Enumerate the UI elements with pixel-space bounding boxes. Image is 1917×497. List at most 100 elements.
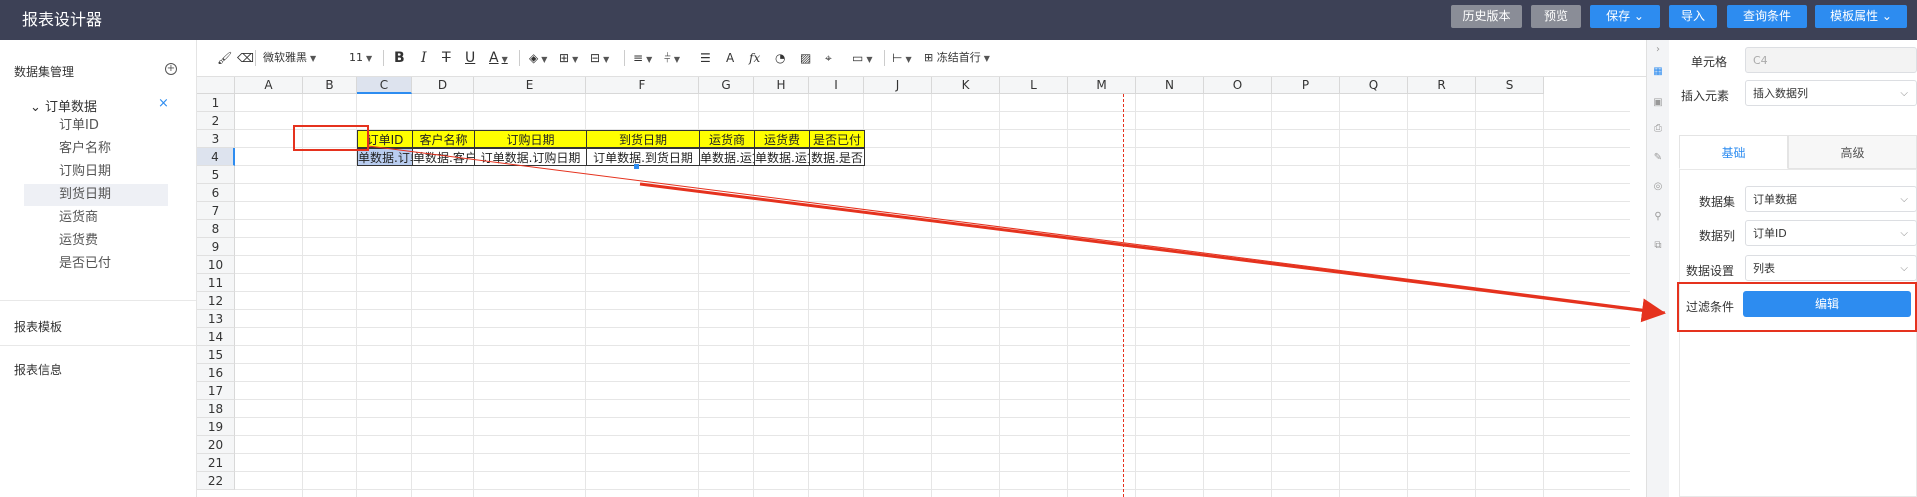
- eraser-icon[interactable]: ⌫: [237, 50, 254, 66]
- row-header-11[interactable]: 11: [197, 274, 235, 292]
- freeze-first-row[interactable]: ⊞ 冻结首行 ▼: [924, 50, 990, 66]
- column-header-K[interactable]: K: [932, 77, 1000, 94]
- value-cell[interactable]: 单数据.运货: [699, 148, 755, 166]
- edit-filter-button[interactable]: 编辑: [1743, 291, 1911, 317]
- header-cell[interactable]: 是否已付: [809, 130, 865, 148]
- comment-icon[interactable]: ▭ ▼: [852, 50, 873, 66]
- row-header-7[interactable]: 7: [197, 202, 235, 220]
- row-header-6[interactable]: 6: [197, 184, 235, 202]
- align-horizontal-icon[interactable]: ≡ ▼: [633, 50, 652, 66]
- cell-input[interactable]: C4: [1745, 47, 1917, 73]
- field-item-shipper[interactable]: 运货商: [24, 207, 168, 229]
- value-cell[interactable]: 订单数据.订购日期: [474, 148, 587, 166]
- row-header-2[interactable]: 2: [197, 112, 235, 130]
- value-cell[interactable]: 单数据.运货: [754, 148, 810, 166]
- print-icon[interactable]: ⎙: [1652, 123, 1664, 135]
- preview-button[interactable]: 预览: [1531, 5, 1581, 28]
- column-header-J[interactable]: J: [864, 77, 932, 94]
- wrap-icon[interactable]: ☰: [700, 50, 711, 66]
- row-header-20[interactable]: 20: [197, 436, 235, 454]
- layers-icon[interactable]: ◎: [1652, 181, 1664, 193]
- report-template-title[interactable]: 报表模板: [14, 318, 62, 335]
- column-header-H[interactable]: H: [754, 77, 809, 94]
- header-cell[interactable]: 到货日期: [586, 130, 700, 148]
- header-cell[interactable]: 运货费: [754, 130, 810, 148]
- field-item-paid[interactable]: 是否已付: [24, 253, 168, 275]
- row-header-8[interactable]: 8: [197, 220, 235, 238]
- column-header-Q[interactable]: Q: [1340, 77, 1408, 94]
- column-header-E[interactable]: E: [474, 77, 586, 94]
- format-painter-icon[interactable]: 🖌: [217, 50, 232, 66]
- collapse-icon[interactable]: ›: [1652, 44, 1664, 56]
- history-version-button[interactable]: 历史版本: [1451, 5, 1522, 28]
- function-icon[interactable]: fx: [749, 50, 760, 66]
- column-header-S[interactable]: S: [1476, 77, 1544, 94]
- font-size-select[interactable]: 11 ▼: [349, 50, 372, 66]
- column-header-D[interactable]: D: [412, 77, 474, 94]
- column-width-icon[interactable]: ⊢ ▼: [892, 50, 912, 66]
- query-condition-button[interactable]: 查询条件: [1727, 5, 1807, 28]
- column-header-M[interactable]: M: [1068, 77, 1136, 94]
- column-header-N[interactable]: N: [1136, 77, 1204, 94]
- row-header-14[interactable]: 14: [197, 328, 235, 346]
- text-icon[interactable]: A: [726, 50, 734, 66]
- row-header-9[interactable]: 9: [197, 238, 235, 256]
- tab-advanced[interactable]: 高级: [1788, 135, 1917, 169]
- field-item-arrival-date[interactable]: 到货日期: [24, 184, 168, 206]
- dataset-select[interactable]: 订单数据 ⌵: [1745, 186, 1917, 212]
- field-item-customer-name[interactable]: 客户名称: [24, 138, 168, 160]
- import-button[interactable]: 导入: [1669, 5, 1717, 28]
- qrcode-icon[interactable]: ⌖: [825, 50, 832, 66]
- align-vertical-icon[interactable]: ⫩ ▼: [664, 50, 680, 66]
- template-properties-button[interactable]: 模板属性 ⌄: [1815, 5, 1907, 28]
- row-header-13[interactable]: 13: [197, 310, 235, 328]
- row-header-19[interactable]: 19: [197, 418, 235, 436]
- row-header-4[interactable]: 4: [197, 148, 235, 166]
- link-icon[interactable]: ⚲: [1652, 211, 1664, 223]
- report-info-title[interactable]: 报表信息: [14, 361, 62, 378]
- font-color-icon[interactable]: A ▼: [489, 50, 508, 66]
- save-icon[interactable]: ▣: [1652, 97, 1664, 109]
- row-header-12[interactable]: 12: [197, 292, 235, 310]
- insert-element-select[interactable]: 插入数据列 ⌵: [1745, 80, 1917, 106]
- field-item-order-date[interactable]: 订购日期: [24, 161, 168, 183]
- row-header-21[interactable]: 21: [197, 454, 235, 472]
- data-column-select[interactable]: 订单ID ⌵: [1745, 220, 1917, 246]
- column-header-C[interactable]: C: [357, 77, 412, 94]
- row-header-18[interactable]: 18: [197, 400, 235, 418]
- column-header-F[interactable]: F: [586, 77, 699, 94]
- column-header-A[interactable]: A: [235, 77, 303, 94]
- value-cell[interactable]: 数据.是否: [809, 148, 865, 166]
- row-header-10[interactable]: 10: [197, 256, 235, 274]
- tree-root-order-data[interactable]: ⌄ 订单数据: [30, 96, 97, 115]
- header-cell[interactable]: 客户名称: [412, 130, 475, 148]
- row-header-15[interactable]: 15: [197, 346, 235, 364]
- column-header-L[interactable]: L: [1000, 77, 1068, 94]
- data-setting-select[interactable]: 列表 ⌵: [1745, 255, 1917, 281]
- header-cell[interactable]: 订购日期: [474, 130, 587, 148]
- column-header-G[interactable]: G: [699, 77, 754, 94]
- save-button[interactable]: 保存 ⌄: [1590, 5, 1660, 28]
- value-cell[interactable]: 订单数据.到货日期: [586, 148, 700, 166]
- image-icon[interactable]: ▨: [800, 50, 811, 66]
- column-header-R[interactable]: R: [1408, 77, 1476, 94]
- font-family-select[interactable]: 微软雅黑 ▼: [263, 50, 316, 66]
- row-header-5[interactable]: 5: [197, 166, 235, 184]
- column-header-O[interactable]: O: [1204, 77, 1272, 94]
- row-header-16[interactable]: 16: [197, 364, 235, 382]
- border-icon[interactable]: ⊞ ▼: [559, 50, 578, 66]
- italic-icon[interactable]: I: [421, 50, 427, 66]
- copy-icon[interactable]: ⧉: [1652, 240, 1664, 252]
- strikethrough-icon[interactable]: T: [442, 50, 451, 66]
- column-header-I[interactable]: I: [809, 77, 864, 94]
- edit-icon[interactable]: ✎: [1652, 152, 1664, 164]
- fill-color-icon[interactable]: ◈ ▼: [529, 50, 547, 66]
- close-icon[interactable]: ×: [158, 96, 169, 111]
- field-item-freight[interactable]: 运货费: [24, 230, 168, 252]
- value-cell[interactable]: 单数据.客户名: [412, 148, 475, 166]
- column-header-B[interactable]: B: [303, 77, 357, 94]
- bold-icon[interactable]: B: [394, 50, 405, 66]
- plus-circle-icon[interactable]: +: [165, 63, 177, 75]
- spreadsheet[interactable]: ABCDEFGHIJKLMNOPQRS 1 2 3 4 5 6 7 8 9 10 11 12 13 14 1…: [197, 77, 1646, 497]
- selection-handle[interactable]: [634, 164, 639, 169]
